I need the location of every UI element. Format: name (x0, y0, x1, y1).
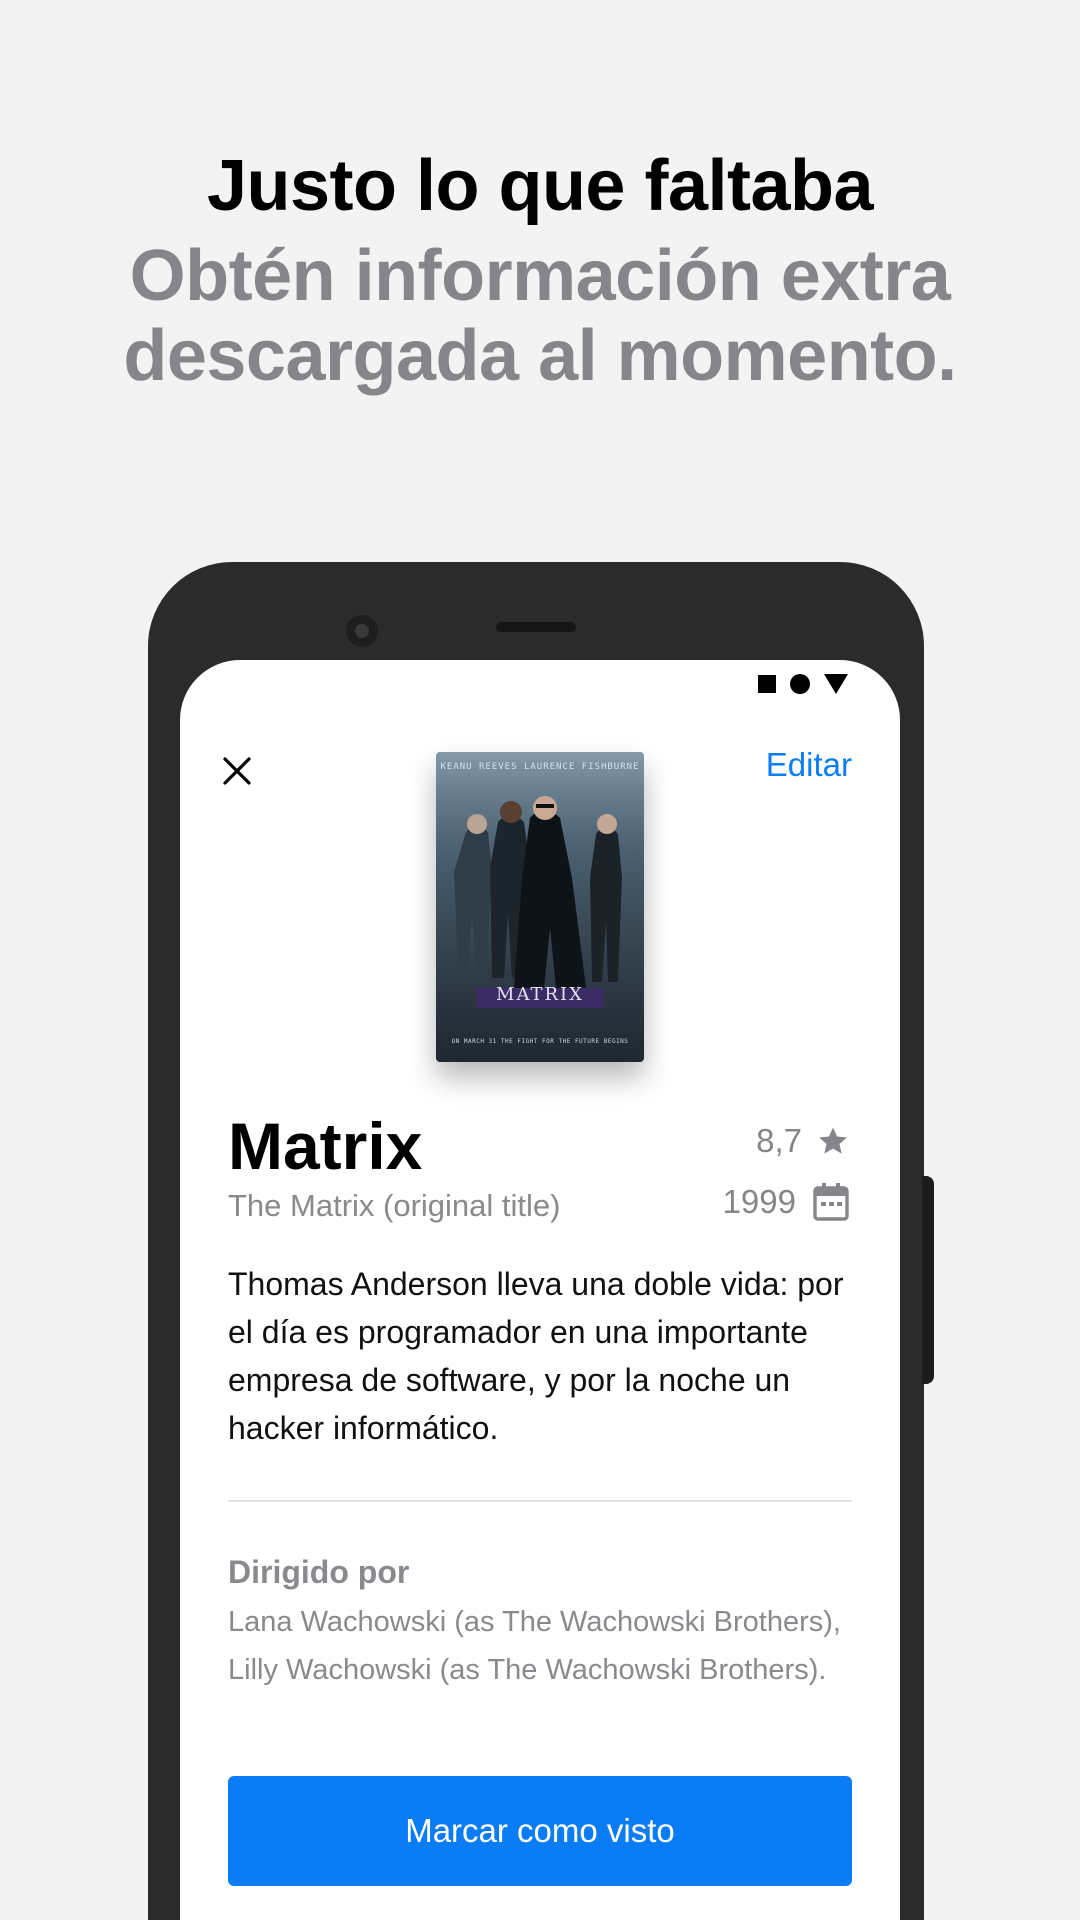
synopsis: Thomas Anderson lleva una doble vida: po… (228, 1266, 844, 1446)
speaker-grille (496, 622, 576, 632)
camera-icon (346, 615, 378, 647)
poster-title: MATRIX (496, 984, 584, 1005)
poster-tagline: ON MARCH 31 THE FIGHT FOR THE FUTURE BEG… (451, 1038, 629, 1045)
stop-icon (758, 675, 776, 693)
release-year: 1999 (723, 1182, 850, 1222)
calendar-icon (813, 1183, 849, 1221)
mark-watched-button[interactable]: Marcar como visto (228, 1776, 852, 1886)
triangle-icon (824, 674, 848, 694)
rating: 8,7 (756, 1122, 850, 1160)
status-bar (758, 674, 848, 694)
hero: Justo lo que faltaba Obtén información e… (0, 140, 1080, 396)
director-names: Lana Wachowski (as The Wachowski Brother… (228, 1606, 841, 1686)
edit-button[interactable]: Editar (766, 746, 852, 784)
hero-subtitle-line-1: Obtén información extra (129, 236, 951, 316)
poster-artwork (436, 752, 644, 1008)
movie-title: Matrix (228, 1109, 423, 1183)
close-icon (223, 757, 251, 785)
divider (228, 1500, 852, 1502)
close-button[interactable] (216, 750, 258, 792)
dot-icon (790, 674, 810, 694)
year-value: 1999 (722, 1183, 796, 1220)
original-title: The Matrix (original title) (228, 1188, 561, 1223)
phone-screen: Editar KEANU REEVES LAURENCE FISHBURNE M… (180, 660, 900, 1920)
phone-side-button (922, 1176, 934, 1384)
star-icon (819, 1127, 847, 1154)
hero-subtitle-line-2: descargada al momento. (123, 316, 957, 396)
movie-poster: KEANU REEVES LAURENCE FISHBURNE MATRIX O… (436, 752, 644, 1062)
rating-value: 8,7 (756, 1122, 802, 1159)
director-label: Dirigido por (228, 1554, 410, 1590)
poster-actors: KEANU REEVES LAURENCE FISHBURNE (440, 762, 640, 772)
hero-title: Justo lo que faltaba (206, 146, 874, 226)
